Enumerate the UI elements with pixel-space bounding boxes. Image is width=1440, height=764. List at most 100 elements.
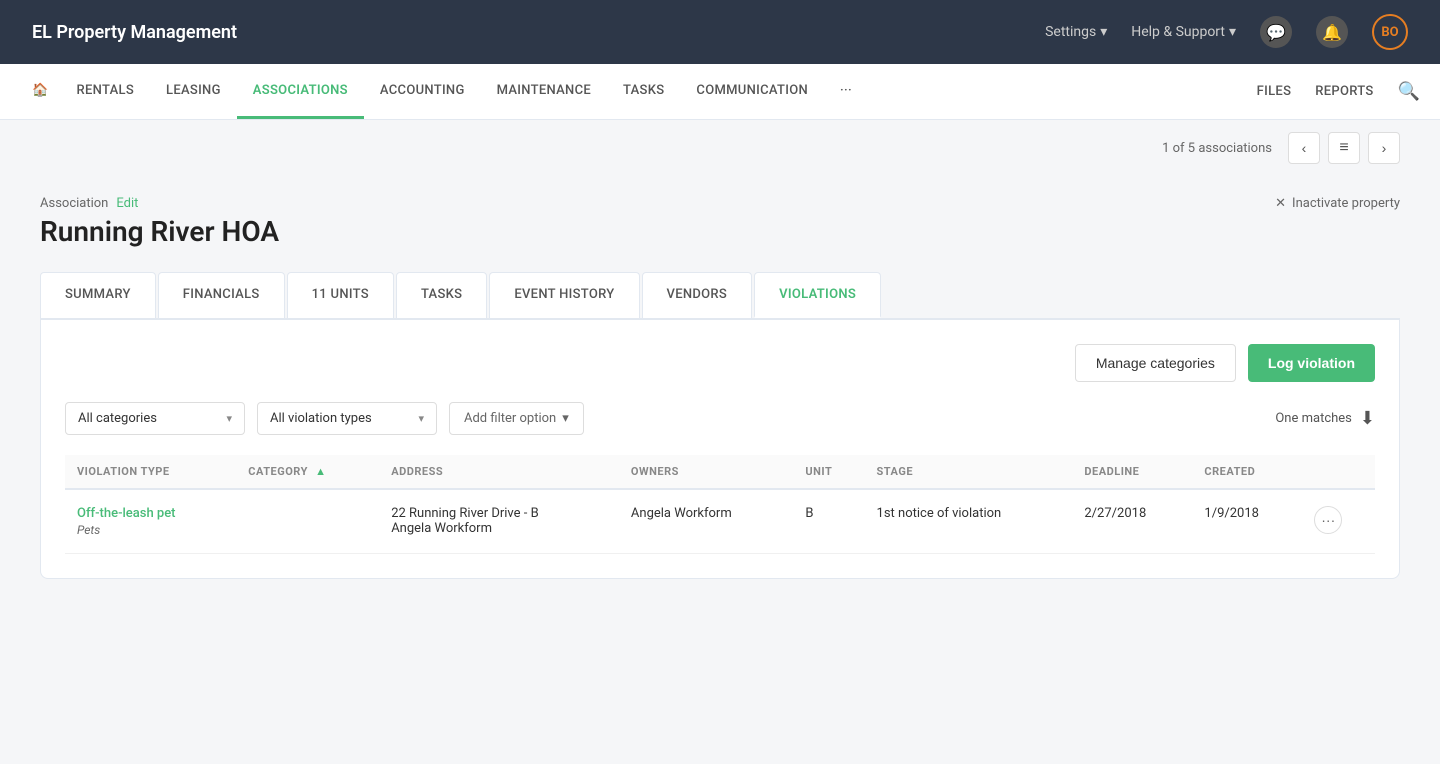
cell-deadline: 2/27/2018 bbox=[1072, 489, 1192, 554]
cell-owners: Angela Workform bbox=[619, 489, 793, 554]
categories-chevron-icon: ▾ bbox=[226, 412, 232, 425]
violation-type-link[interactable]: Off-the-leash pet bbox=[77, 506, 176, 521]
nav-maintenance[interactable]: MAINTENANCE bbox=[481, 64, 607, 119]
tab-vendors[interactable]: VENDORS bbox=[642, 272, 753, 318]
manage-categories-button[interactable]: Manage categories bbox=[1075, 344, 1236, 382]
chat-icon: 💬 bbox=[1266, 23, 1286, 42]
th-created: CREATED bbox=[1192, 455, 1302, 489]
nav-leasing[interactable]: LEASING bbox=[150, 64, 237, 119]
tab-summary[interactable]: SUMMARY bbox=[40, 272, 156, 318]
cell-violation-type: Off-the-leash pet Pets bbox=[65, 489, 236, 554]
violation-types-filter[interactable]: All violation types ▾ bbox=[257, 402, 437, 435]
inactivate-label: Inactivate property bbox=[1292, 196, 1400, 211]
tab-vendors-label: VENDORS bbox=[667, 287, 728, 302]
nav-more[interactable]: ··· bbox=[824, 64, 868, 119]
tab-event-history[interactable]: EVENT HISTORY bbox=[489, 272, 639, 318]
categories-filter-label: All categories bbox=[78, 411, 157, 426]
tab-financials-label: FINANCIALS bbox=[183, 287, 260, 302]
nav-rentals[interactable]: RENTALS bbox=[61, 64, 151, 119]
nav-associations-label: ASSOCIATIONS bbox=[253, 83, 348, 98]
nav-tasks[interactable]: TASKS bbox=[607, 64, 680, 119]
tab-event-history-label: EVENT HISTORY bbox=[514, 287, 614, 302]
nav-accounting[interactable]: ACCOUNTING bbox=[364, 64, 481, 119]
cell-category-italic: Pets bbox=[77, 523, 224, 537]
association-label: Association bbox=[40, 196, 108, 211]
table-header-row: VIOLATION TYPE CATEGORY ▲ ADDRESS OWNERS… bbox=[65, 455, 1375, 489]
sort-arrow-icon: ▲ bbox=[315, 465, 326, 478]
x-icon: ✕ bbox=[1275, 196, 1286, 211]
help-label: Help & Support bbox=[1131, 24, 1225, 40]
download-icon[interactable]: ⬇ bbox=[1360, 408, 1375, 429]
cell-stage: 1st notice of violation bbox=[865, 489, 1073, 554]
violations-panel: Manage categories Log violation All cate… bbox=[40, 319, 1400, 579]
th-owners: OWNERS bbox=[619, 455, 793, 489]
app-title: EL Property Management bbox=[32, 22, 237, 43]
cell-actions: ··· bbox=[1302, 489, 1375, 554]
th-stage: STAGE bbox=[865, 455, 1073, 489]
nav-leasing-label: LEASING bbox=[166, 83, 221, 98]
tab-violations-label: VIOLATIONS bbox=[779, 287, 856, 302]
nav-reports-label: REPORTS bbox=[1315, 84, 1373, 99]
violations-toolbar: Manage categories Log violation bbox=[65, 344, 1375, 382]
settings-label: Settings bbox=[1045, 24, 1096, 40]
matches-text: One matches bbox=[1275, 411, 1352, 426]
add-filter-chevron-icon: ▾ bbox=[562, 411, 569, 426]
association-title: Running River HOA bbox=[40, 215, 279, 248]
nav-tasks-label: TASKS bbox=[623, 83, 664, 98]
main-content: Association Edit Running River HOA ✕ Ina… bbox=[0, 176, 1440, 619]
search-icon: 🔍 bbox=[1398, 81, 1420, 102]
tab-financials[interactable]: FINANCIALS bbox=[158, 272, 285, 318]
matches-info: One matches ⬇ bbox=[1275, 408, 1375, 429]
chat-icon-button[interactable]: 💬 bbox=[1260, 16, 1292, 48]
inactivate-property-button[interactable]: ✕ Inactivate property bbox=[1275, 196, 1400, 211]
home-icon: 🏠 bbox=[32, 83, 49, 98]
pagination-next[interactable]: › bbox=[1368, 132, 1400, 164]
table-row: Off-the-leash pet Pets 22 Running River … bbox=[65, 489, 1375, 554]
edit-link[interactable]: Edit bbox=[116, 196, 138, 211]
nav-maintenance-label: MAINTENANCE bbox=[497, 83, 591, 98]
add-filter-label: Add filter option bbox=[464, 411, 556, 426]
settings-menu[interactable]: Settings ▾ bbox=[1045, 24, 1107, 40]
add-filter-button[interactable]: Add filter option ▾ bbox=[449, 402, 584, 435]
th-category[interactable]: CATEGORY ▲ bbox=[236, 455, 379, 489]
nav-home[interactable]: 🏠 bbox=[20, 64, 61, 119]
nav-reports[interactable]: REPORTS bbox=[1315, 84, 1373, 99]
pagination-text: 1 of 5 associations bbox=[1162, 141, 1272, 156]
help-support-menu[interactable]: Help & Support ▾ bbox=[1131, 24, 1236, 40]
tab-violations[interactable]: VIOLATIONS bbox=[754, 272, 881, 318]
tabs-container: SUMMARY FINANCIALS 11 UNITS TASKS EVENT … bbox=[40, 272, 1400, 319]
nav-communication[interactable]: COMMUNICATION bbox=[680, 64, 824, 119]
pagination-prev[interactable]: ‹ bbox=[1288, 132, 1320, 164]
avatar-initials: BO bbox=[1381, 25, 1398, 40]
second-navbar: 🏠 RENTALS LEASING ASSOCIATIONS ACCOUNTIN… bbox=[0, 64, 1440, 120]
association-header: Association Edit Running River HOA ✕ Ina… bbox=[40, 176, 1400, 272]
cell-address-line1: 22 Running River Drive - B bbox=[391, 506, 607, 521]
notifications-button[interactable]: 🔔 bbox=[1316, 16, 1348, 48]
nav-associations[interactable]: ASSOCIATIONS bbox=[237, 64, 364, 119]
pagination-list[interactable]: ≡ bbox=[1328, 132, 1360, 164]
cell-category bbox=[236, 489, 379, 554]
tab-tasks[interactable]: TASKS bbox=[396, 272, 487, 318]
nav-files[interactable]: FILES bbox=[1257, 84, 1292, 99]
th-unit: UNIT bbox=[793, 455, 864, 489]
th-address: ADDRESS bbox=[379, 455, 619, 489]
row-more-button[interactable]: ··· bbox=[1314, 506, 1342, 534]
th-actions bbox=[1302, 455, 1375, 489]
violations-table: VIOLATION TYPE CATEGORY ▲ ADDRESS OWNERS… bbox=[65, 455, 1375, 554]
cell-created: 1/9/2018 bbox=[1192, 489, 1302, 554]
tab-units-label: 11 UNITS bbox=[312, 287, 369, 302]
log-violation-button[interactable]: Log violation bbox=[1248, 344, 1375, 382]
pagination-bar: 1 of 5 associations ‹ ≡ › bbox=[0, 120, 1440, 176]
search-button[interactable]: 🔍 bbox=[1398, 81, 1420, 102]
help-chevron-icon: ▾ bbox=[1229, 24, 1236, 40]
nav-communication-label: COMMUNICATION bbox=[696, 83, 808, 98]
top-navbar: EL Property Management Settings ▾ Help &… bbox=[0, 0, 1440, 64]
cell-address: 22 Running River Drive - B Angela Workfo… bbox=[379, 489, 619, 554]
categories-filter[interactable]: All categories ▾ bbox=[65, 402, 245, 435]
user-avatar[interactable]: BO bbox=[1372, 14, 1408, 50]
tab-tasks-label: TASKS bbox=[421, 287, 462, 302]
tab-summary-label: SUMMARY bbox=[65, 287, 131, 302]
nav-accounting-label: ACCOUNTING bbox=[380, 83, 465, 98]
cell-address-line2: Angela Workform bbox=[391, 521, 607, 536]
tab-units[interactable]: 11 UNITS bbox=[287, 272, 394, 318]
